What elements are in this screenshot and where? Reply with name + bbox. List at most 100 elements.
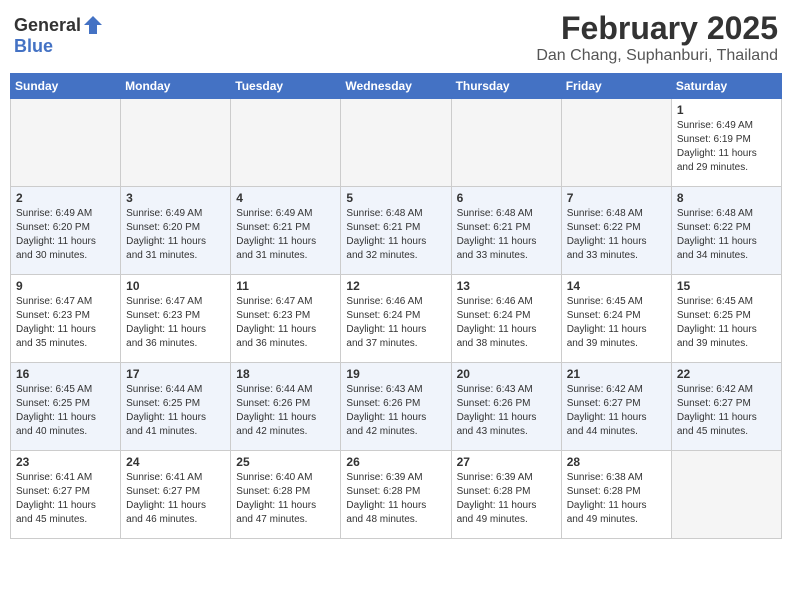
day-info: Sunrise: 6:49 AM Sunset: 6:21 PM Dayligh… bbox=[236, 207, 335, 263]
weekday-header-friday: Friday bbox=[561, 74, 671, 99]
title-area: February 2025 Dan Chang, Suphanburi, Tha… bbox=[536, 10, 778, 65]
calendar-cell: 1Sunrise: 6:49 AM Sunset: 6:19 PM Daylig… bbox=[671, 99, 781, 187]
day-number: 16 bbox=[16, 367, 115, 381]
day-number: 5 bbox=[346, 191, 445, 205]
calendar-cell: 7 Sunrise: 6:48 AM Sunset: 6:22 PM Daylig… bbox=[561, 187, 671, 275]
calendar-cell: 11Sunrise: 6:47 AM Sunset: 6:23 PM Dayli… bbox=[231, 275, 341, 363]
weekday-header-thursday: Thursday bbox=[451, 74, 561, 99]
day-number: 14 bbox=[567, 279, 666, 293]
calendar-cell: 25 Sunrise: 6:40 AM Sunset: 6:28 PM Dayli… bbox=[231, 451, 341, 539]
calendar-cell: 24Sunrise: 6:41 AM Sunset: 6:27 PM Dayli… bbox=[121, 451, 231, 539]
day-info: Sunrise: 6:44 AM Sunset: 6:25 PM Dayligh… bbox=[126, 383, 225, 439]
calendar-cell: 22 Sunrise: 6:42 AM Sunset: 6:27 PM Dayli… bbox=[671, 363, 781, 451]
day-number: 18 bbox=[236, 367, 335, 381]
calendar-cell: 21 Sunrise: 6:42 AM Sunset: 6:27 PM Dayli… bbox=[561, 363, 671, 451]
logo-general-text: General bbox=[14, 15, 81, 36]
calendar-cell: 4 Sunrise: 6:49 AM Sunset: 6:21 PM Daylig… bbox=[231, 187, 341, 275]
day-info: Sunrise: 6:42 AM Sunset: 6:27 PM Dayligh… bbox=[567, 383, 666, 439]
day-number: 12 bbox=[346, 279, 445, 293]
calendar-cell bbox=[451, 99, 561, 187]
day-number: 9 bbox=[16, 279, 115, 293]
weekday-header-wednesday: Wednesday bbox=[341, 74, 451, 99]
day-number: 8 bbox=[677, 191, 776, 205]
day-number: 7 bbox=[567, 191, 666, 205]
day-info: Sunrise: 6:48 AM Sunset: 6:22 PM Dayligh… bbox=[567, 207, 666, 263]
calendar-cell: 17 Sunrise: 6:44 AM Sunset: 6:25 PM Dayli… bbox=[121, 363, 231, 451]
calendar-cell bbox=[561, 99, 671, 187]
weekday-header-saturday: Saturday bbox=[671, 74, 781, 99]
day-info: Sunrise: 6:38 AM Sunset: 6:28 PM Dayligh… bbox=[567, 471, 666, 527]
day-number: 19 bbox=[346, 367, 445, 381]
calendar-cell: 5 Sunrise: 6:48 AM Sunset: 6:21 PM Daylig… bbox=[341, 187, 451, 275]
location-title: Dan Chang, Suphanburi, Thailand bbox=[536, 47, 778, 65]
day-info: Sunrise: 6:46 AM Sunset: 6:24 PM Dayligh… bbox=[346, 295, 445, 351]
calendar-cell bbox=[231, 99, 341, 187]
calendar-cell: 3Sunrise: 6:49 AM Sunset: 6:20 PM Daylig… bbox=[121, 187, 231, 275]
day-number: 15 bbox=[677, 279, 776, 293]
day-info: Sunrise: 6:43 AM Sunset: 6:26 PM Dayligh… bbox=[346, 383, 445, 439]
day-number: 3 bbox=[126, 191, 225, 205]
logo-blue-text: Blue bbox=[14, 36, 53, 57]
day-number: 22 bbox=[677, 367, 776, 381]
day-number: 27 bbox=[457, 455, 556, 469]
day-number: 13 bbox=[457, 279, 556, 293]
calendar-cell: 20 Sunrise: 6:43 AM Sunset: 6:26 PM Dayli… bbox=[451, 363, 561, 451]
day-info: Sunrise: 6:47 AM Sunset: 6:23 PM Dayligh… bbox=[16, 295, 115, 351]
day-info: Sunrise: 6:48 AM Sunset: 6:21 PM Dayligh… bbox=[346, 207, 445, 263]
calendar-week-row: 9 Sunrise: 6:47 AM Sunset: 6:23 PM Daylig… bbox=[11, 275, 782, 363]
calendar-week-row: 2Sunrise: 6:49 AM Sunset: 6:20 PM Daylig… bbox=[11, 187, 782, 275]
calendar-cell: 2Sunrise: 6:49 AM Sunset: 6:20 PM Daylig… bbox=[11, 187, 121, 275]
day-info: Sunrise: 6:49 AM Sunset: 6:19 PM Dayligh… bbox=[677, 119, 776, 175]
day-number: 4 bbox=[236, 191, 335, 205]
day-info: Sunrise: 6:39 AM Sunset: 6:28 PM Dayligh… bbox=[457, 471, 556, 527]
weekday-header-monday: Monday bbox=[121, 74, 231, 99]
calendar-cell: 12 Sunrise: 6:46 AM Sunset: 6:24 PM Dayli… bbox=[341, 275, 451, 363]
logo: General Blue bbox=[14, 14, 104, 57]
day-number: 24 bbox=[126, 455, 225, 469]
day-info: Sunrise: 6:42 AM Sunset: 6:27 PM Dayligh… bbox=[677, 383, 776, 439]
calendar-header-row: SundayMondayTuesdayWednesdayThursdayFrid… bbox=[11, 74, 782, 99]
day-number: 25 bbox=[236, 455, 335, 469]
calendar-cell: 27 Sunrise: 6:39 AM Sunset: 6:28 PM Dayli… bbox=[451, 451, 561, 539]
day-info: Sunrise: 6:39 AM Sunset: 6:28 PM Dayligh… bbox=[346, 471, 445, 527]
day-number: 17 bbox=[126, 367, 225, 381]
day-info: Sunrise: 6:43 AM Sunset: 6:26 PM Dayligh… bbox=[457, 383, 556, 439]
calendar-cell: 6Sunrise: 6:48 AM Sunset: 6:21 PM Daylig… bbox=[451, 187, 561, 275]
page-header: General Blue February 2025 Dan Chang, Su… bbox=[10, 10, 782, 65]
calendar-cell: 16 Sunrise: 6:45 AM Sunset: 6:25 PM Dayli… bbox=[11, 363, 121, 451]
day-info: Sunrise: 6:41 AM Sunset: 6:27 PM Dayligh… bbox=[16, 471, 115, 527]
day-info: Sunrise: 6:47 AM Sunset: 6:23 PM Dayligh… bbox=[236, 295, 335, 351]
calendar-cell: 15Sunrise: 6:45 AM Sunset: 6:25 PM Dayli… bbox=[671, 275, 781, 363]
day-info: Sunrise: 6:46 AM Sunset: 6:24 PM Dayligh… bbox=[457, 295, 556, 351]
calendar-cell bbox=[11, 99, 121, 187]
calendar-cell: 28 Sunrise: 6:38 AM Sunset: 6:28 PM Dayli… bbox=[561, 451, 671, 539]
day-info: Sunrise: 6:44 AM Sunset: 6:26 PM Dayligh… bbox=[236, 383, 335, 439]
logo-icon bbox=[82, 14, 104, 36]
calendar-cell: 9 Sunrise: 6:47 AM Sunset: 6:23 PM Daylig… bbox=[11, 275, 121, 363]
calendar-cell bbox=[671, 451, 781, 539]
day-info: Sunrise: 6:48 AM Sunset: 6:21 PM Dayligh… bbox=[457, 207, 556, 263]
calendar-week-row: 1Sunrise: 6:49 AM Sunset: 6:19 PM Daylig… bbox=[11, 99, 782, 187]
day-number: 20 bbox=[457, 367, 556, 381]
calendar-cell: 26 Sunrise: 6:39 AM Sunset: 6:28 PM Dayli… bbox=[341, 451, 451, 539]
calendar-cell: 13 Sunrise: 6:46 AM Sunset: 6:24 PM Dayli… bbox=[451, 275, 561, 363]
day-number: 28 bbox=[567, 455, 666, 469]
calendar-cell bbox=[341, 99, 451, 187]
day-info: Sunrise: 6:45 AM Sunset: 6:24 PM Dayligh… bbox=[567, 295, 666, 351]
day-info: Sunrise: 6:40 AM Sunset: 6:28 PM Dayligh… bbox=[236, 471, 335, 527]
calendar-cell: 18 Sunrise: 6:44 AM Sunset: 6:26 PM Dayli… bbox=[231, 363, 341, 451]
day-number: 23 bbox=[16, 455, 115, 469]
day-number: 26 bbox=[346, 455, 445, 469]
calendar-cell bbox=[121, 99, 231, 187]
weekday-header-tuesday: Tuesday bbox=[231, 74, 341, 99]
calendar-week-row: 23 Sunrise: 6:41 AM Sunset: 6:27 PM Dayli… bbox=[11, 451, 782, 539]
day-info: Sunrise: 6:48 AM Sunset: 6:22 PM Dayligh… bbox=[677, 207, 776, 263]
calendar-cell: 14 Sunrise: 6:45 AM Sunset: 6:24 PM Dayli… bbox=[561, 275, 671, 363]
day-number: 10 bbox=[126, 279, 225, 293]
day-info: Sunrise: 6:47 AM Sunset: 6:23 PM Dayligh… bbox=[126, 295, 225, 351]
day-number: 21 bbox=[567, 367, 666, 381]
day-info: Sunrise: 6:45 AM Sunset: 6:25 PM Dayligh… bbox=[16, 383, 115, 439]
calendar-week-row: 16 Sunrise: 6:45 AM Sunset: 6:25 PM Dayli… bbox=[11, 363, 782, 451]
day-number: 2 bbox=[16, 191, 115, 205]
calendar-cell: 23 Sunrise: 6:41 AM Sunset: 6:27 PM Dayli… bbox=[11, 451, 121, 539]
